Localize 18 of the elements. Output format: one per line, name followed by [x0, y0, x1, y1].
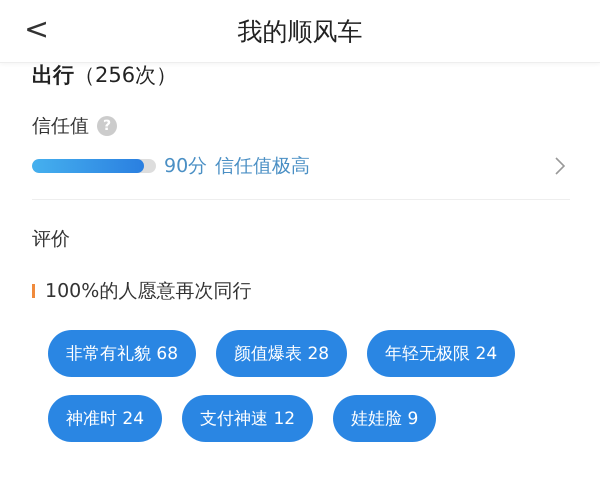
back-button[interactable]: <	[18, 12, 56, 47]
page-title: 我的顺风车	[238, 16, 362, 48]
review-tag: 神准时 24	[48, 395, 162, 442]
review-tag: 支付神速 12	[182, 395, 314, 442]
trust-rating: 信任值极高	[215, 154, 310, 179]
review-tag: 年轻无极限 24	[367, 330, 516, 377]
trust-label: 信任值	[32, 114, 89, 139]
review-tag: 娃娃脸 9	[333, 395, 436, 442]
trust-score-row[interactable]: 90分 信任值极高	[32, 151, 570, 181]
reviews-summary: 100%的人愿意再次同行	[45, 279, 252, 304]
review-tag: 颜值爆表 28	[216, 330, 348, 377]
trips-label: 出行	[32, 63, 74, 87]
review-tag: 非常有礼貌 68	[48, 330, 196, 377]
trips-count: （256次）	[74, 63, 178, 87]
accent-bar	[32, 284, 35, 298]
chevron-right-icon	[554, 156, 566, 176]
reviews-title: 评价	[32, 227, 71, 252]
trust-score: 90分	[164, 154, 208, 179]
